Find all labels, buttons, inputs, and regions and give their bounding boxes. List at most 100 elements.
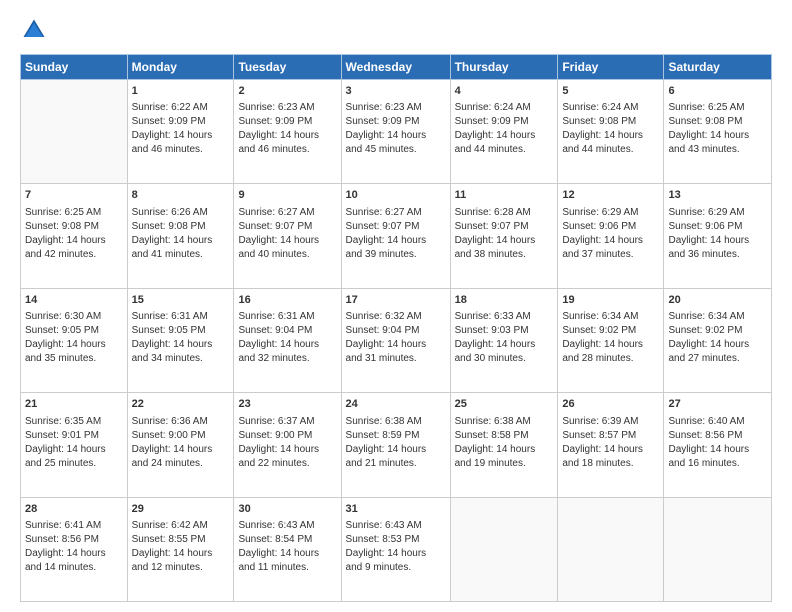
day-of-week-header: Saturday <box>664 55 772 80</box>
calendar-cell: 20 Sunrise: 6:34 AM Sunset: 9:02 PM Dayli… <box>664 288 772 392</box>
day-number: 7 <box>25 188 123 203</box>
calendar-cell: 7Sunrise: 6:25 AM Sunset: 9:08 PM Daylig… <box>21 184 128 288</box>
calendar-cell: 26Sunrise: 6:39 AM Sunset: 8:57 PM Dayli… <box>558 393 664 497</box>
day-number: 19 <box>562 293 659 308</box>
calendar-cell: 19 Sunrise: 6:34 AM Sunset: 9:02 PM Dayli… <box>558 288 664 392</box>
day-info: Sunrise: 6:22 AM Sunset: 9:09 PM Dayligh… <box>132 101 230 157</box>
day-number: 12 <box>562 188 659 203</box>
calendar-cell: 30Sunrise: 6:43 AM Sunset: 8:54 PM Dayli… <box>234 497 341 601</box>
day-number: 11 <box>455 188 554 203</box>
calendar-cell: 17Sunrise: 6:32 AM Sunset: 9:04 PM Dayli… <box>341 288 450 392</box>
calendar-cell: 2Sunrise: 6:23 AM Sunset: 9:09 PM Daylig… <box>234 80 341 184</box>
day-info: Sunrise: 6:37 AM Sunset: 9:00 PM Dayligh… <box>238 415 336 471</box>
calendar-cell <box>21 80 128 184</box>
calendar-cell: 5 Sunrise: 6:24 AM Sunset: 9:08 PM Daylig… <box>558 80 664 184</box>
calendar-cell: 21Sunrise: 6:35 AM Sunset: 9:01 PM Dayli… <box>21 393 128 497</box>
day-of-week-header: Tuesday <box>234 55 341 80</box>
day-number: 28 <box>25 502 123 517</box>
day-number: 14 <box>25 293 123 308</box>
calendar-cell: 23 Sunrise: 6:37 AM Sunset: 9:00 PM Dayli… <box>234 393 341 497</box>
calendar-cell: 15 Sunrise: 6:31 AM Sunset: 9:05 PM Dayli… <box>127 288 234 392</box>
day-number: 15 <box>132 293 230 308</box>
calendar-cell: 9 Sunrise: 6:27 AM Sunset: 9:07 PM Daylig… <box>234 184 341 288</box>
calendar-header: SundayMondayTuesdayWednesdayThursdayFrid… <box>21 55 772 80</box>
day-number: 24 <box>346 397 446 412</box>
day-info: Sunrise: 6:25 AM Sunset: 9:08 PM Dayligh… <box>668 101 767 157</box>
day-of-week-header: Sunday <box>21 55 128 80</box>
day-number: 27 <box>668 397 767 412</box>
day-of-week-header: Thursday <box>450 55 558 80</box>
calendar-cell: 25 Sunrise: 6:38 AM Sunset: 8:58 PM Dayli… <box>450 393 558 497</box>
calendar-week-row: 7Sunrise: 6:25 AM Sunset: 9:08 PM Daylig… <box>21 184 772 288</box>
day-number: 31 <box>346 502 446 517</box>
day-number: 25 <box>455 397 554 412</box>
day-number: 23 <box>238 397 336 412</box>
calendar-cell: 22 Sunrise: 6:36 AM Sunset: 9:00 PM Dayli… <box>127 393 234 497</box>
header <box>20 16 772 44</box>
day-info: Sunrise: 6:29 AM Sunset: 9:06 PM Dayligh… <box>668 206 767 262</box>
day-info: Sunrise: 6:27 AM Sunset: 9:07 PM Dayligh… <box>238 206 336 262</box>
calendar-cell: 4 Sunrise: 6:24 AM Sunset: 9:09 PM Daylig… <box>450 80 558 184</box>
calendar-cell: 16 Sunrise: 6:31 AM Sunset: 9:04 PM Dayli… <box>234 288 341 392</box>
day-of-week-header: Monday <box>127 55 234 80</box>
day-number: 8 <box>132 188 230 203</box>
day-info: Sunrise: 6:27 AM Sunset: 9:07 PM Dayligh… <box>346 206 446 262</box>
day-number: 4 <box>455 84 554 99</box>
calendar-table: SundayMondayTuesdayWednesdayThursdayFrid… <box>20 54 772 602</box>
day-info: Sunrise: 6:33 AM Sunset: 9:03 PM Dayligh… <box>455 310 554 366</box>
calendar-cell: 27 Sunrise: 6:40 AM Sunset: 8:56 PM Dayli… <box>664 393 772 497</box>
calendar-cell: 14 Sunrise: 6:30 AM Sunset: 9:05 PM Dayli… <box>21 288 128 392</box>
calendar-week-row: 28 Sunrise: 6:41 AM Sunset: 8:56 PM Dayli… <box>21 497 772 601</box>
day-number: 22 <box>132 397 230 412</box>
day-info: Sunrise: 6:30 AM Sunset: 9:05 PM Dayligh… <box>25 310 123 366</box>
day-of-week-header: Friday <box>558 55 664 80</box>
day-info: Sunrise: 6:26 AM Sunset: 9:08 PM Dayligh… <box>132 206 230 262</box>
day-info: Sunrise: 6:23 AM Sunset: 9:09 PM Dayligh… <box>346 101 446 157</box>
calendar-cell <box>450 497 558 601</box>
calendar-cell: 11 Sunrise: 6:28 AM Sunset: 9:07 PM Dayli… <box>450 184 558 288</box>
day-info: Sunrise: 6:40 AM Sunset: 8:56 PM Dayligh… <box>668 415 767 471</box>
day-number: 16 <box>238 293 336 308</box>
day-number: 29 <box>132 502 230 517</box>
day-number: 1 <box>132 84 230 99</box>
day-info: Sunrise: 6:31 AM Sunset: 9:04 PM Dayligh… <box>238 310 336 366</box>
calendar-cell: 8 Sunrise: 6:26 AM Sunset: 9:08 PM Daylig… <box>127 184 234 288</box>
day-info: Sunrise: 6:34 AM Sunset: 9:02 PM Dayligh… <box>668 310 767 366</box>
day-number: 9 <box>238 188 336 203</box>
day-info: Sunrise: 6:36 AM Sunset: 9:00 PM Dayligh… <box>132 415 230 471</box>
calendar-cell: 18Sunrise: 6:33 AM Sunset: 9:03 PM Dayli… <box>450 288 558 392</box>
calendar-week-row: 21Sunrise: 6:35 AM Sunset: 9:01 PM Dayli… <box>21 393 772 497</box>
day-number: 10 <box>346 188 446 203</box>
header-row: SundayMondayTuesdayWednesdayThursdayFrid… <box>21 55 772 80</box>
day-info: Sunrise: 6:35 AM Sunset: 9:01 PM Dayligh… <box>25 415 123 471</box>
day-info: Sunrise: 6:31 AM Sunset: 9:05 PM Dayligh… <box>132 310 230 366</box>
day-info: Sunrise: 6:38 AM Sunset: 8:58 PM Dayligh… <box>455 415 554 471</box>
calendar-cell: 31Sunrise: 6:43 AM Sunset: 8:53 PM Dayli… <box>341 497 450 601</box>
calendar-cell: 1 Sunrise: 6:22 AM Sunset: 9:09 PM Daylig… <box>127 80 234 184</box>
calendar-cell: 13 Sunrise: 6:29 AM Sunset: 9:06 PM Dayli… <box>664 184 772 288</box>
calendar-cell: 12Sunrise: 6:29 AM Sunset: 9:06 PM Dayli… <box>558 184 664 288</box>
day-info: Sunrise: 6:24 AM Sunset: 9:09 PM Dayligh… <box>455 101 554 157</box>
calendar-cell <box>558 497 664 601</box>
calendar-body: 1 Sunrise: 6:22 AM Sunset: 9:09 PM Daylig… <box>21 80 772 602</box>
day-number: 5 <box>562 84 659 99</box>
day-info: Sunrise: 6:24 AM Sunset: 9:08 PM Dayligh… <box>562 101 659 157</box>
day-info: Sunrise: 6:41 AM Sunset: 8:56 PM Dayligh… <box>25 519 123 575</box>
calendar-cell: 6 Sunrise: 6:25 AM Sunset: 9:08 PM Daylig… <box>664 80 772 184</box>
calendar-cell: 24Sunrise: 6:38 AM Sunset: 8:59 PM Dayli… <box>341 393 450 497</box>
day-number: 26 <box>562 397 659 412</box>
day-number: 2 <box>238 84 336 99</box>
day-of-week-header: Wednesday <box>341 55 450 80</box>
calendar-week-row: 1 Sunrise: 6:22 AM Sunset: 9:09 PM Daylig… <box>21 80 772 184</box>
day-info: Sunrise: 6:28 AM Sunset: 9:07 PM Dayligh… <box>455 206 554 262</box>
calendar-cell: 10 Sunrise: 6:27 AM Sunset: 9:07 PM Dayli… <box>341 184 450 288</box>
calendar-cell: 3Sunrise: 6:23 AM Sunset: 9:09 PM Daylig… <box>341 80 450 184</box>
calendar-cell: 28 Sunrise: 6:41 AM Sunset: 8:56 PM Dayli… <box>21 497 128 601</box>
day-number: 13 <box>668 188 767 203</box>
calendar-cell <box>664 497 772 601</box>
day-info: Sunrise: 6:34 AM Sunset: 9:02 PM Dayligh… <box>562 310 659 366</box>
day-number: 20 <box>668 293 767 308</box>
day-info: Sunrise: 6:43 AM Sunset: 8:54 PM Dayligh… <box>238 519 336 575</box>
day-number: 6 <box>668 84 767 99</box>
day-number: 17 <box>346 293 446 308</box>
